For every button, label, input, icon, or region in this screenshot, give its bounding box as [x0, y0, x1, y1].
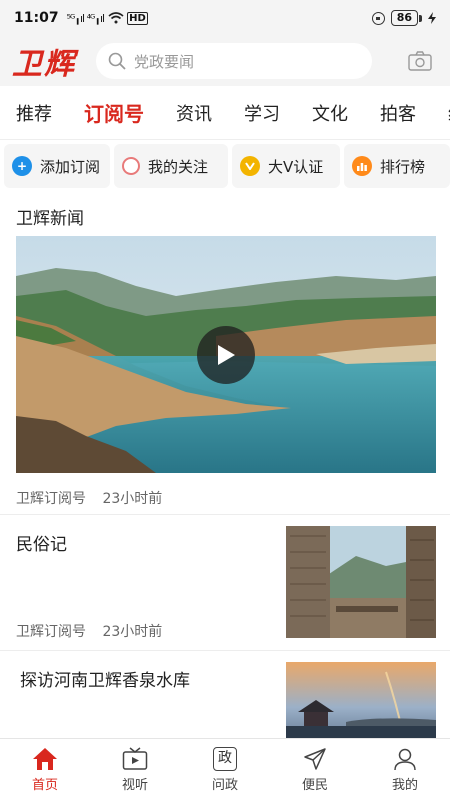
- tab-economy[interactable]: 经: [432, 100, 450, 126]
- ranking-label: 排行榜: [380, 157, 426, 176]
- bar-chart-icon: [352, 156, 372, 176]
- add-subscription-button[interactable]: + 添加订阅: [4, 144, 110, 188]
- nav-video[interactable]: 视听: [90, 739, 180, 800]
- circle-icon: [122, 157, 140, 175]
- home-icon: [32, 746, 58, 772]
- nav-home-label: 首页: [31, 778, 58, 793]
- nav-services[interactable]: 便民: [270, 739, 360, 800]
- featured-video-thumbnail[interactable]: [16, 236, 436, 473]
- channel-tabs: 推荐 订阅号 资讯 学习 文化 拍客 经: [0, 86, 450, 140]
- article-title[interactable]: 民俗记: [16, 530, 67, 555]
- search-bar[interactable]: 党政要闻: [96, 43, 372, 79]
- article-time: 23小时前: [102, 624, 163, 640]
- nav-video-label: 视听: [121, 778, 148, 793]
- tab-recommend[interactable]: 推荐: [0, 100, 68, 126]
- my-follows-label: 我的关注: [148, 157, 209, 176]
- app-header: 卫辉 党政要闻: [0, 36, 450, 86]
- my-follows-button[interactable]: 我的关注: [114, 144, 228, 188]
- zheng-glyph: 政: [213, 747, 237, 771]
- tv-icon: [122, 746, 148, 772]
- rotation-lock-icon: [371, 11, 385, 25]
- quick-actions: + 添加订阅 我的关注 大V认证 排行榜: [0, 140, 450, 192]
- verified-icon: [240, 156, 260, 176]
- divider: [0, 514, 450, 515]
- verification-label: 大V认证: [268, 157, 324, 176]
- section-title: 卫辉新闻: [16, 209, 84, 229]
- wifi-icon: [108, 12, 124, 24]
- article-thumbnail[interactable]: [286, 526, 436, 638]
- signal-icon: ⁵ᴳ╻ıl ⁴ᴳ╻ıl: [66, 11, 106, 25]
- tab-news[interactable]: 资讯: [160, 100, 228, 126]
- send-icon: [302, 746, 328, 772]
- tab-photographer[interactable]: 拍客: [364, 100, 432, 126]
- bottom-navigation: 首页 视听 政 问政 便民 我的: [0, 738, 450, 800]
- ranking-button[interactable]: 排行榜: [344, 144, 450, 188]
- article-meta: 卫辉订阅号 23小时前: [16, 621, 162, 641]
- nav-services-label: 便民: [301, 778, 328, 793]
- battery-level: 86: [390, 10, 418, 26]
- plus-icon: +: [12, 156, 32, 176]
- featured-meta: 卫辉订阅号 23小时前: [16, 488, 162, 508]
- tab-culture[interactable]: 文化: [296, 100, 364, 126]
- play-button[interactable]: [197, 326, 255, 384]
- search-placeholder: 党政要闻: [134, 52, 195, 71]
- tab-study[interactable]: 学习: [228, 100, 296, 126]
- tab-subscriptions[interactable]: 订阅号: [68, 98, 160, 127]
- article-thumbnail[interactable]: [286, 662, 436, 738]
- status-time: 11:07: [14, 10, 59, 26]
- hd-badge: HD: [127, 11, 148, 25]
- add-subscription-label: 添加订阅: [40, 157, 101, 176]
- reservoir-sunset-image: [286, 662, 436, 738]
- featured-source: 卫辉订阅号: [16, 491, 86, 507]
- camera-icon[interactable]: [408, 51, 432, 71]
- status-bar: 11:07 ⁵ᴳ╻ıl ⁴ᴳ╻ıl HD 86: [0, 0, 450, 36]
- verification-button[interactable]: 大V认证: [232, 144, 340, 188]
- charging-icon: [428, 12, 436, 24]
- user-icon: [392, 746, 418, 772]
- play-icon: [218, 345, 235, 365]
- nav-politics[interactable]: 政 问政: [180, 739, 270, 800]
- divider: [0, 650, 450, 651]
- nav-politics-label: 问政: [211, 778, 238, 793]
- nav-profile-label: 我的: [391, 778, 418, 793]
- featured-time: 23小时前: [102, 491, 163, 507]
- zheng-icon: 政: [212, 746, 238, 772]
- article-title[interactable]: 探访河南卫辉香泉水库: [20, 666, 190, 691]
- search-icon: [108, 52, 126, 70]
- battery-indicator: 86: [390, 10, 422, 26]
- stone-gate-image: [286, 526, 436, 638]
- app-logo[interactable]: 卫辉: [12, 39, 96, 83]
- nav-home[interactable]: 首页: [0, 739, 90, 800]
- nav-profile[interactable]: 我的: [360, 739, 450, 800]
- article-source: 卫辉订阅号: [16, 624, 86, 640]
